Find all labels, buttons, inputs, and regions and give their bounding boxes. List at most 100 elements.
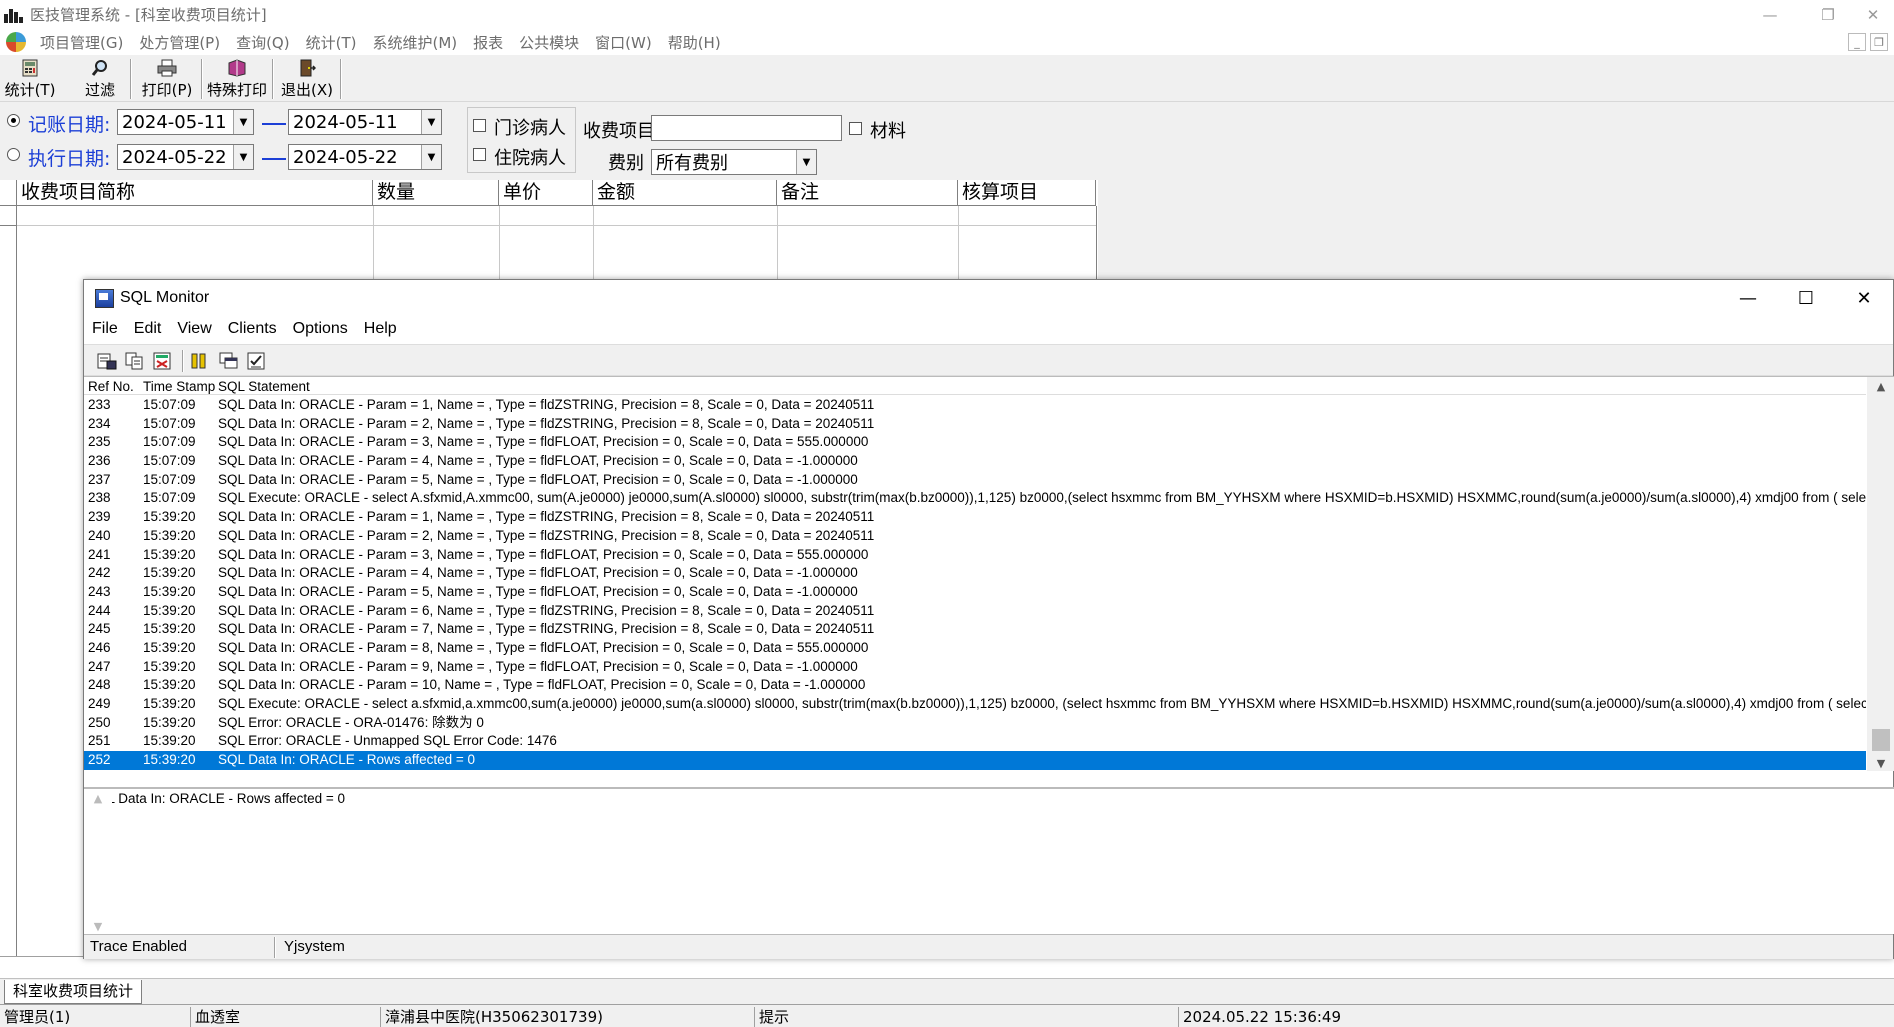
- sql-log-row[interactable]: 237 15:07:09 SQL Data In: ORACLE - Param =…: [84, 471, 1866, 490]
- date-range-dash: [262, 158, 286, 160]
- detail-scrollbar[interactable]: ▲ ▼: [84, 789, 112, 936]
- sql-log-row[interactable]: 247 15:39:20 SQL Data In: ORACLE - Param =…: [84, 658, 1866, 677]
- menu-query[interactable]: 查询(Q): [228, 32, 298, 53]
- stats-button[interactable]: 统计(T): [4, 58, 56, 100]
- billing-date-label: 记账日期:: [28, 114, 111, 136]
- sql-menu-options[interactable]: Options: [285, 320, 356, 338]
- col-item-name[interactable]: 收费项目简称: [17, 180, 373, 206]
- sql-log-row[interactable]: 243 15:39:20 SQL Data In: ORACLE - Param =…: [84, 583, 1866, 602]
- scroll-down-icon[interactable]: ▼: [84, 917, 112, 935]
- sql-log-row[interactable]: 251 15:39:20 SQL Error: ORACLE - Unmapped …: [84, 732, 1866, 751]
- menu-project-mgmt[interactable]: 项目管理(G): [32, 32, 131, 53]
- sql-log-row[interactable]: 250 15:39:20 SQL Error: ORACLE - ORA-01476…: [84, 714, 1866, 733]
- print-button[interactable]: 打印(P): [138, 58, 196, 100]
- trace-options-icon[interactable]: [246, 351, 268, 371]
- sql-log-row[interactable]: 244 15:39:20 SQL Data In: ORACLE - Param =…: [84, 602, 1866, 621]
- minimize-button[interactable]: —: [1742, 0, 1798, 29]
- filter-button[interactable]: 过滤: [78, 58, 122, 100]
- save-log-icon[interactable]: [96, 351, 118, 371]
- sql-monitor-title: SQL Monitor: [120, 289, 210, 306]
- clear-log-icon[interactable]: [152, 351, 174, 371]
- exec-date-to[interactable]: 2024-05-22 ▼: [288, 144, 442, 170]
- sql-log-row[interactable]: 242 15:39:20 SQL Data In: ORACLE - Param =…: [84, 564, 1866, 583]
- col-amount[interactable]: 金额: [593, 180, 777, 206]
- exec-date-from[interactable]: 2024-05-22 ▼: [117, 144, 254, 170]
- chevron-down-icon[interactable]: ▼: [233, 145, 253, 169]
- menu-reports[interactable]: 报表: [465, 32, 511, 53]
- sql-log-row[interactable]: 241 15:39:20 SQL Data In: ORACLE - Param =…: [84, 546, 1866, 565]
- mdi-restore-button[interactable]: ❐: [1870, 33, 1888, 51]
- sql-log-row[interactable]: 233 15:07:09 SQL Data In: ORACLE - Param =…: [84, 396, 1866, 415]
- sql-menu-view[interactable]: View: [169, 320, 219, 338]
- inpatient-checkbox[interactable]: [473, 148, 486, 161]
- exec-date-radio[interactable]: [7, 148, 20, 161]
- sql-log-row[interactable]: 235 15:07:09 SQL Data In: ORACLE - Param =…: [84, 433, 1866, 452]
- sql-log-row[interactable]: 238 15:07:09 SQL Execute: ORACLE - select …: [84, 489, 1866, 508]
- windows-icon[interactable]: [218, 351, 240, 371]
- fee-type-select[interactable]: 所有费别 ▼: [651, 149, 817, 175]
- sql-log-scrollbar[interactable]: ▲ ▼: [1867, 377, 1894, 771]
- filter-label: 过滤: [84, 81, 115, 99]
- sql-maximize-button[interactable]: ☐: [1777, 280, 1835, 316]
- sql-menu-clients[interactable]: Clients: [220, 320, 285, 338]
- app-menu-icon[interactable]: [6, 32, 26, 52]
- sql-menu-help[interactable]: Help: [356, 320, 405, 338]
- col-remarks[interactable]: 备注: [777, 180, 958, 206]
- pause-trace-icon[interactable]: [188, 351, 210, 371]
- outpatient-checkbox[interactable]: [473, 119, 486, 132]
- scroll-down-icon[interactable]: ▼: [1867, 754, 1894, 771]
- sql-detail-pane[interactable]: SQL Data In: ORACLE - Rows affected = 0 …: [84, 787, 1894, 936]
- sql-minimize-button[interactable]: —: [1719, 280, 1777, 316]
- col-accounting-item[interactable]: 核算项目: [958, 180, 1096, 206]
- col-quantity[interactable]: 数量: [373, 180, 499, 206]
- scroll-up-icon[interactable]: ▲: [84, 789, 112, 807]
- sql-log-row[interactable]: 240 15:39:20 SQL Data In: ORACLE - Param =…: [84, 527, 1866, 546]
- sql-log-row[interactable]: 245 15:39:20 SQL Data In: ORACLE - Param =…: [84, 620, 1866, 639]
- tab-dept-charge-stats[interactable]: 科室收费项目统计: [4, 980, 143, 1004]
- sql-menu-file[interactable]: File: [84, 320, 126, 338]
- sql-log-row[interactable]: 236 15:07:09 SQL Data In: ORACLE - Param =…: [84, 452, 1866, 471]
- toolbar-separator: [201, 59, 203, 99]
- sql-log-row[interactable]: 249 15:39:20 SQL Execute: ORACLE - select …: [84, 695, 1866, 714]
- sql-log-row[interactable]: 246 15:39:20 SQL Data In: ORACLE - Param =…: [84, 639, 1866, 658]
- col-sql-statement[interactable]: SQL Statement: [218, 379, 310, 394]
- billing-date-radio[interactable]: [7, 114, 20, 127]
- sql-log-row[interactable]: 248 15:39:20 SQL Data In: ORACLE - Param =…: [84, 676, 1866, 695]
- scroll-thumb[interactable]: [1872, 729, 1890, 751]
- menu-window[interactable]: 窗口(W): [587, 32, 660, 53]
- scroll-up-icon[interactable]: ▲: [1867, 377, 1894, 395]
- sql-monitor-window[interactable]: SQL Monitor — ☐ ✕ File Edit View Clients…: [83, 279, 1894, 959]
- exit-button[interactable]: 退出(X): [278, 58, 336, 100]
- menu-prescription-mgmt[interactable]: 处方管理(P): [131, 32, 228, 53]
- copy-icon[interactable]: [124, 351, 146, 371]
- col-unit-price[interactable]: 单价: [499, 180, 593, 206]
- billing-date-from[interactable]: 2024-05-11 ▼: [117, 109, 254, 135]
- charge-item-input[interactable]: [651, 115, 842, 141]
- menu-statistics[interactable]: 统计(T): [298, 32, 365, 53]
- sql-log-row[interactable]: 252 15:39:20 SQL Data In: ORACLE - Rows af…: [84, 751, 1866, 770]
- sql-close-button[interactable]: ✕: [1835, 280, 1893, 316]
- chevron-down-icon[interactable]: ▼: [421, 110, 441, 134]
- sql-log-list[interactable]: Ref No. Time Stamp SQL Statement 233 15:0…: [84, 376, 1894, 771]
- sql-log-row[interactable]: 239 15:39:20 SQL Data In: ORACLE - Param =…: [84, 508, 1866, 527]
- chevron-down-icon[interactable]: ▼: [796, 150, 816, 174]
- close-button[interactable]: ✕: [1852, 0, 1894, 29]
- special-print-button[interactable]: 特殊打印: [205, 58, 269, 100]
- time-stamp-cell: 15:07:09: [143, 415, 196, 431]
- sql-menu-edit[interactable]: Edit: [126, 320, 170, 338]
- menu-system-maintenance[interactable]: 系统维护(M): [364, 32, 465, 53]
- col-ref-no[interactable]: Ref No.: [88, 379, 134, 394]
- menu-help[interactable]: 帮助(H): [660, 32, 729, 53]
- sql-monitor-title-bar[interactable]: SQL Monitor — ☐ ✕: [84, 280, 1893, 316]
- sql-log-row[interactable]: 234 15:07:09 SQL Data In: ORACLE - Param =…: [84, 415, 1866, 434]
- menu-common-module[interactable]: 公共模块: [511, 32, 587, 53]
- col-time-stamp[interactable]: Time Stamp: [143, 379, 215, 394]
- billing-date-to[interactable]: 2024-05-11 ▼: [288, 109, 442, 135]
- date-range-dash: [262, 123, 286, 125]
- restore-button[interactable]: ❐: [1800, 0, 1856, 29]
- chevron-down-icon[interactable]: ▼: [233, 110, 253, 134]
- ref-no-cell: 240: [88, 527, 111, 543]
- chevron-down-icon[interactable]: ▼: [421, 145, 441, 169]
- material-checkbox[interactable]: [849, 122, 862, 135]
- mdi-minimize-button[interactable]: _: [1848, 33, 1866, 51]
